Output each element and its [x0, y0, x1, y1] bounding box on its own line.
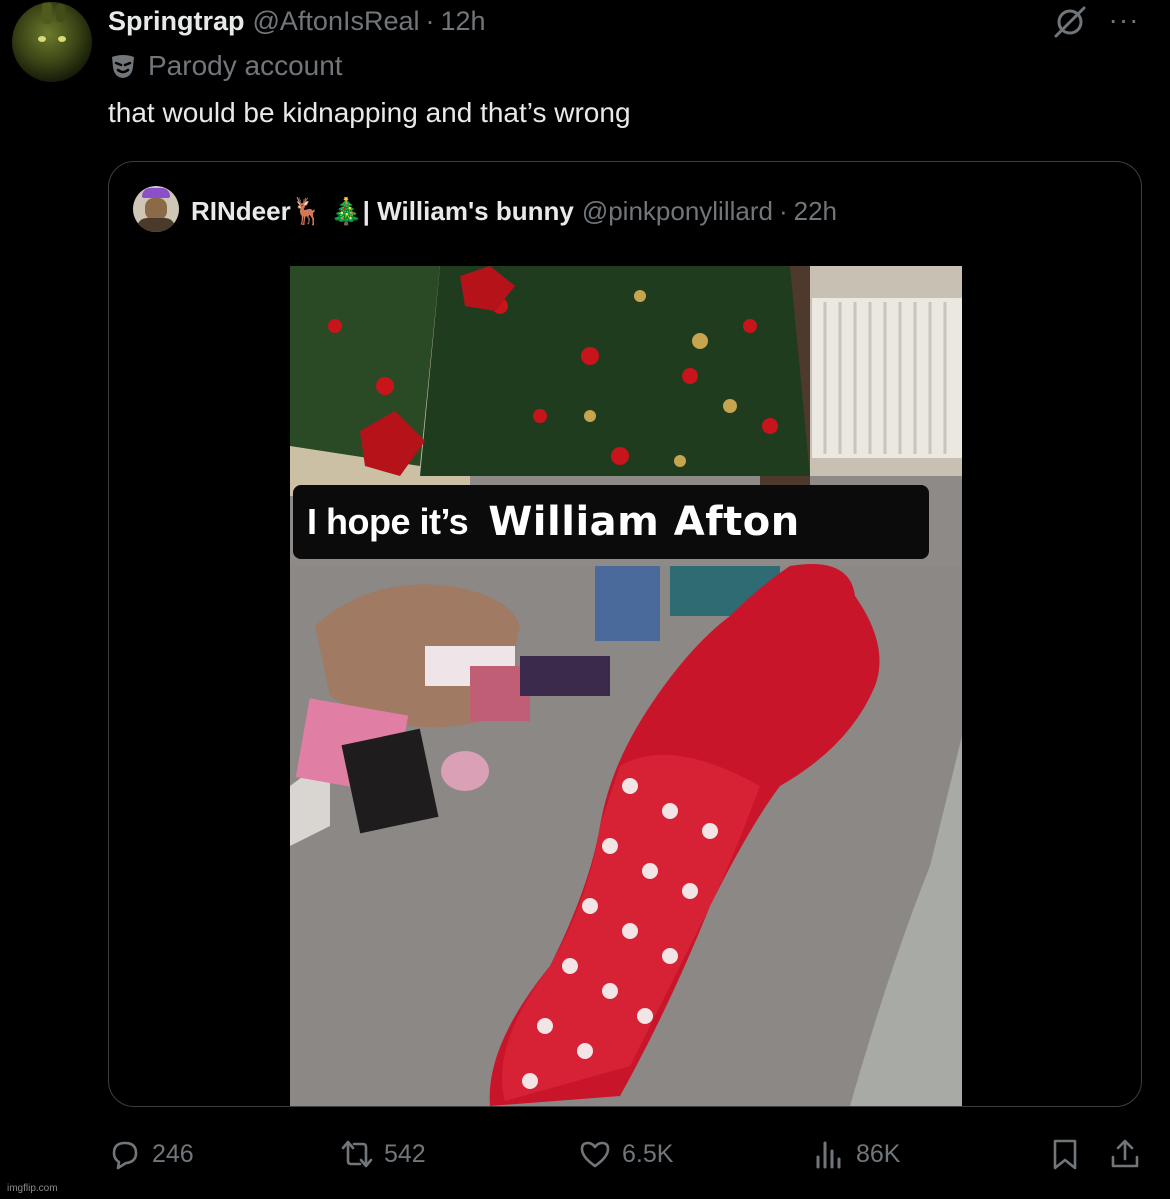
- repost-icon: [341, 1140, 373, 1168]
- quoted-author-handle[interactable]: @pinkponylillard: [582, 196, 773, 227]
- quoted-media-image[interactable]: I hope it’s William Afton: [290, 266, 962, 1106]
- repost-button[interactable]: 542: [340, 1134, 426, 1174]
- share-button[interactable]: [1108, 1134, 1142, 1174]
- quoted-author-avatar[interactable]: [133, 186, 179, 232]
- like-count: 6.5K: [622, 1139, 674, 1168]
- parody-label: Parody account: [148, 50, 343, 81]
- photo-scene: [290, 266, 962, 1106]
- quoted-header-separator: ·: [778, 195, 788, 226]
- heart-icon: [580, 1141, 610, 1168]
- views-icon: [816, 1141, 841, 1169]
- post-header: Springtrap @AftonIsReal · 12h: [108, 4, 486, 38]
- bookmark-icon: [1053, 1139, 1077, 1170]
- grok-icon[interactable]: [1052, 4, 1088, 40]
- share-icon: [1111, 1139, 1139, 1168]
- mask-icon: [112, 55, 134, 78]
- views-button[interactable]: 86K: [812, 1134, 900, 1174]
- image-caption: I hope it’s William Afton: [293, 485, 929, 559]
- caption-text-part1: I hope it’s: [307, 501, 469, 542]
- header-separator: ·: [425, 5, 435, 36]
- views-count: 86K: [856, 1139, 901, 1168]
- more-icon[interactable]: ···: [1106, 2, 1142, 38]
- imgflip-watermark: imgflip.com: [7, 1183, 58, 1194]
- quoted-author-name[interactable]: RINdeer🦌 🎄| William's bunny: [191, 196, 574, 227]
- reply-count: 246: [152, 1139, 194, 1168]
- action-bar: 246 542 6.5K 86K: [0, 1134, 1170, 1174]
- quoted-post[interactable]: RINdeer🦌 🎄| William's bunny @pinkponylil…: [108, 161, 1142, 1107]
- quoted-timestamp[interactable]: 22h: [794, 196, 837, 227]
- parody-badge: Parody account: [108, 50, 343, 82]
- author-name[interactable]: Springtrap: [108, 6, 245, 37]
- reply-icon: [112, 1141, 138, 1170]
- author-avatar[interactable]: [12, 2, 92, 82]
- repost-count: 542: [384, 1139, 426, 1168]
- bookmark-button[interactable]: [1048, 1134, 1082, 1174]
- reply-button[interactable]: 246: [108, 1134, 194, 1174]
- post-text: that would be kidnapping and that’s wron…: [108, 97, 631, 128]
- post-timestamp[interactable]: 12h: [441, 6, 486, 37]
- author-handle[interactable]: @AftonIsReal: [253, 6, 420, 37]
- like-button[interactable]: 6.5K: [578, 1134, 673, 1174]
- caption-text-part2: William Afton: [488, 499, 800, 545]
- quoted-post-header: RINdeer🦌 🎄| William's bunny @pinkponylil…: [191, 194, 837, 228]
